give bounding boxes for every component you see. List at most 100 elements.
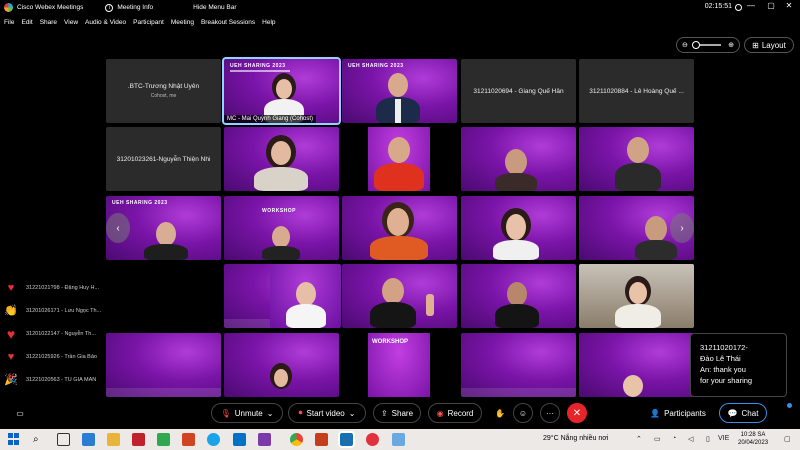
app-icon[interactable] (366, 433, 379, 446)
participant-video-tile[interactable] (270, 264, 341, 328)
raise-hand-icon[interactable]: ✋ (490, 403, 510, 423)
game-app-icon[interactable] (132, 433, 145, 446)
zoom-control[interactable]: ⊖ ⊕ (676, 37, 740, 53)
reaction-item: ♥ 31201022147 - Nguyễn Th... (4, 322, 114, 345)
chat-button[interactable]: 💬 Chat (719, 403, 767, 423)
participant-tile[interactable]: 31211020694 - Giang Quế Hân (461, 59, 576, 123)
participant-video-tile[interactable] (224, 333, 339, 397)
search-icon[interactable]: ⌕ (33, 433, 46, 446)
participant-video-tile[interactable] (461, 264, 576, 328)
participant-video-tile[interactable] (461, 196, 576, 260)
participant-tile[interactable]: 31211020884 - Lê Hoàng Quế ... (579, 59, 694, 123)
webex-taskbar-icon[interactable] (338, 431, 355, 448)
system-clock[interactable]: 10:28 SA 20/04/2023 (738, 431, 768, 447)
menu-share[interactable]: Share (40, 19, 57, 26)
tray-expand-icon[interactable]: ⌃ (636, 435, 642, 443)
system-date: 20/04/2023 (738, 440, 769, 446)
captions-icon[interactable]: ▭ (8, 403, 32, 423)
input-language[interactable]: VIE (718, 435, 729, 442)
minimize-button[interactable]: — (744, 1, 758, 13)
participant-video-tile[interactable] (461, 127, 576, 191)
task-view-icon[interactable] (57, 433, 70, 446)
close-window-button[interactable]: ✕ (782, 1, 796, 13)
participant-video-tile[interactable]: UEH SHARING 2023 (342, 59, 457, 123)
participant-video-tile[interactable] (579, 264, 694, 328)
participant-face (274, 369, 288, 387)
participant-tile[interactable]: 31201023261-Nguyễn Thiện Nhi (106, 127, 221, 191)
participant-video-tile[interactable]: WORKSHOP (224, 196, 339, 260)
record-button[interactable]: ◉ Record (428, 403, 482, 423)
zoom-in-icon[interactable]: ⊕ (728, 41, 734, 49)
notifications-icon[interactable]: ▢ (784, 435, 791, 443)
raised-hand (426, 294, 434, 316)
participant-video-tile[interactable] (224, 127, 339, 191)
chat-notification-popup[interactable]: 31211020172- Đào Lê Thái An: thank you f… (690, 333, 787, 397)
app-icon[interactable] (392, 433, 405, 446)
zoom-slider[interactable] (692, 41, 721, 49)
next-page-button[interactable]: › (670, 213, 694, 243)
start-video-button[interactable]: ⏺ Start video ⌄ (288, 403, 366, 423)
file-explorer-icon[interactable] (107, 433, 120, 446)
network-icon[interactable]: ▭ (654, 435, 661, 443)
zoom-slider-knob[interactable] (692, 41, 700, 49)
chevron-down-icon[interactable]: ⌄ (349, 409, 356, 418)
leave-meeting-button[interactable]: ✕ (567, 403, 587, 423)
menu-view[interactable]: View (64, 19, 78, 26)
share-button[interactable]: ⇪ Share (373, 403, 421, 423)
meeting-info-icon[interactable]: i (105, 3, 114, 12)
participant-face (271, 141, 291, 165)
unmute-button[interactable]: 🎙 Unmute ⌄ (211, 403, 283, 423)
workshop-banner: WORKSHOP (372, 339, 408, 345)
participant-tile[interactable]: .BTC-Trương Nhật Uyên Cohost, me (106, 59, 221, 123)
menu-help[interactable]: Help (262, 19, 275, 26)
menu-file[interactable]: File (4, 19, 14, 26)
hide-menu-bar-button[interactable]: Hide Menu Bar (193, 4, 236, 11)
more-options-button[interactable]: ··· (540, 403, 560, 423)
pdf-icon[interactable] (315, 433, 328, 446)
menu-audio-video[interactable]: Audio & Video (85, 19, 126, 26)
unmute-label: Unmute (234, 408, 263, 418)
meeting-info-button[interactable]: Meeting Info (117, 4, 153, 11)
maximize-button[interactable]: ▢ (764, 1, 778, 13)
battery-icon[interactable]: ▯ (706, 435, 710, 443)
participant-video-tile[interactable]: WORKSHOP (342, 333, 457, 397)
edge-icon[interactable] (207, 433, 220, 446)
participant-role: Cohost, me (150, 93, 177, 99)
windows-start-icon[interactable] (8, 433, 21, 446)
powerpoint-icon[interactable] (182, 433, 195, 446)
reaction-sender: 31201026171 - Lưu Ngọc Th... (26, 307, 102, 314)
menu-breakout-sessions[interactable]: Breakout Sessions (201, 19, 255, 26)
participants-button[interactable]: 👤 Participants (644, 403, 712, 423)
chevron-down-icon[interactable]: ⌄ (267, 409, 274, 418)
reactions-icon[interactable]: ☺ (513, 403, 533, 423)
reaction-sender: 31201022147 - Nguyễn Th... (26, 330, 96, 337)
menu-participant[interactable]: Participant (133, 19, 164, 26)
participant-video-tile[interactable] (342, 264, 457, 328)
participant-video-tile[interactable] (342, 196, 457, 260)
participant-video-tile[interactable] (579, 333, 694, 397)
chrome-icon[interactable] (290, 433, 303, 446)
weather-widget[interactable]: 29°C Nắng nhiều nơi (543, 435, 608, 442)
menu-bar: File Edit Share View Audio & Video Parti… (0, 16, 800, 29)
previous-page-button[interactable]: ‹ (106, 213, 130, 243)
participant-face (505, 149, 527, 175)
layout-button[interactable]: ⊞ Layout (744, 37, 794, 53)
zoom-out-icon[interactable]: ⊖ (682, 41, 688, 49)
teams-icon[interactable] (258, 433, 271, 446)
participant-body (493, 240, 539, 260)
excel-icon[interactable] (157, 433, 170, 446)
volume-icon[interactable]: ◁ (688, 435, 693, 443)
heart-icon: ♥ (7, 281, 15, 294)
participant-video-tile[interactable] (579, 127, 694, 191)
participant-body (495, 304, 539, 328)
outlook-icon[interactable] (233, 433, 246, 446)
participant-video-tile[interactable] (106, 333, 221, 397)
word-icon[interactable] (82, 433, 95, 446)
wifi-icon[interactable]: ◔ (672, 435, 676, 442)
participant-video-tile[interactable] (461, 333, 576, 397)
participant-video-tile[interactable]: UEH SHARING 2023 MC - Mai Quỳnh Giang (C… (222, 57, 341, 125)
participant-video-tile[interactable] (342, 127, 457, 191)
menu-edit[interactable]: Edit (21, 19, 32, 26)
menu-meeting[interactable]: Meeting (171, 19, 194, 26)
participant-body (635, 240, 677, 260)
